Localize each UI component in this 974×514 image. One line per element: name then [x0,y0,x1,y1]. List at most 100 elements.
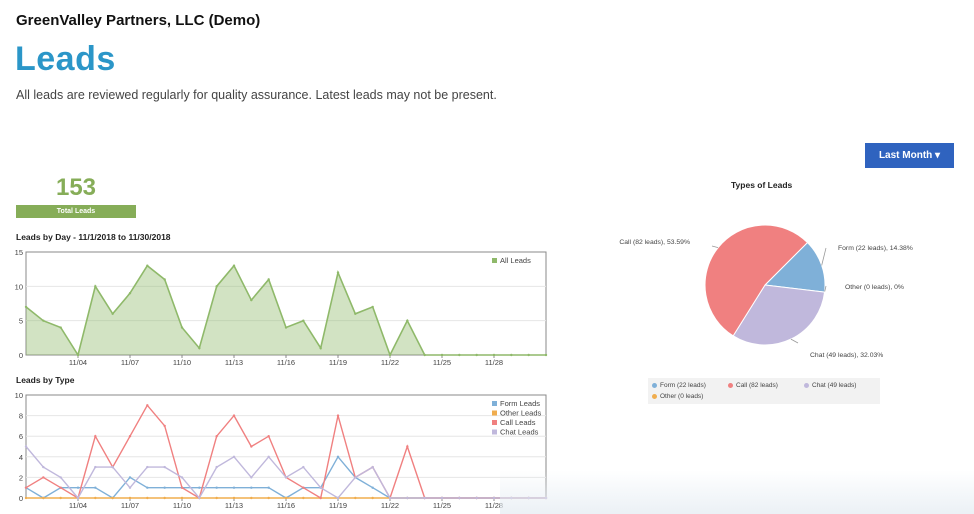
pie-legend-item-call[interactable]: Call (82 leads) [728,382,778,389]
chart1-point-form-leads [267,486,270,489]
chart1-point-call-leads [128,435,132,438]
chart0-point-all-leads [406,319,409,322]
chart1-point-call-leads [146,404,149,407]
chart1-point-chat-leads [336,496,340,500]
chart1-point-other-leads [163,496,166,500]
chart1-point-form-leads [215,486,218,489]
chart1-point-chat-leads [59,476,62,479]
chart1-point-chat-leads [163,465,166,469]
chart1-point-other-leads [59,496,62,500]
chart0-point-all-leads [302,319,305,322]
pie-label-form: Form (22 leads), 14.38% [838,245,913,252]
chart1-ytick-8: 8 [19,412,23,421]
chart1-point-other-leads [354,496,357,500]
chart1-point-call-leads [42,476,45,479]
chart1-point-other-leads [180,496,184,500]
chart1-xtick-11-22: 11/22 [381,501,399,510]
chart1-point-form-leads [232,486,236,489]
chart0-xtick-11-28: 11/28 [485,358,503,367]
chart0-ytick-15: 15 [15,248,23,257]
chart0-point-all-leads [59,326,62,329]
chart1-point-call-leads [180,486,184,489]
chart1-point-chat-leads [458,496,461,500]
chart0-point-all-leads [371,305,374,309]
chart0-xtick-11-07: 11/07 [121,358,139,367]
chart1-point-chat-leads [475,496,478,500]
chart1-point-form-leads [336,455,340,458]
chart0-point-all-leads [198,346,201,350]
chart1-ytick-10: 10 [15,391,23,400]
chart0-point-all-leads [423,353,426,357]
chart1-point-chat-leads [406,496,409,500]
chart1-point-call-leads [250,445,253,448]
chart0-point-all-leads [475,353,478,357]
chart1-point-other-leads [94,496,97,500]
chart1-legend-swatch-chat-leads [492,429,497,435]
chart1-point-other-leads [128,496,132,500]
chart0-point-all-leads [354,312,357,315]
chart0-point-all-leads [440,353,444,357]
chart0-xtick-11-16: 11/16 [277,358,295,367]
chart1-point-other-leads [24,496,28,500]
chart0-point-all-leads [146,264,149,267]
chart1-point-other-leads [146,496,149,500]
chart1-point-chat-leads [284,476,288,479]
pie-legend-item-form[interactable]: Form (22 leads) [652,382,706,389]
chart0-point-all-leads [336,271,340,274]
chart0-ytick-5: 5 [19,317,23,326]
chart0-xtick-11-22: 11/22 [381,358,399,367]
chart0-xtick-11-10: 11/10 [173,358,191,367]
chart1-legend-form-leads: Form Leads [500,399,540,408]
chart1-legend-other-leads: Other Leads [500,409,542,418]
pie-legend-item-other[interactable]: Other (0 leads) [652,393,703,400]
chart1-ytick-6: 6 [19,432,23,441]
chart0-xtick-11-25: 11/25 [433,358,451,367]
chart0-point-all-leads [544,353,548,357]
chart1-point-other-leads [284,496,288,500]
chart1-point-chat-leads [423,496,426,500]
chart0-ytick-10: 10 [15,282,23,291]
chart0-point-all-leads [388,353,392,357]
chart1-point-chat-leads [371,465,374,469]
pie-legend-item-chat[interactable]: Chat (49 leads) [804,382,856,389]
chart1-point-chat-leads [198,496,201,500]
chart1-xtick-11-13: 11/13 [225,501,243,510]
chart0-point-all-leads [284,326,288,329]
pie-label-other: Other (0 leads), 0% [845,284,904,291]
chart1-point-other-leads [232,496,236,500]
pie-label-chat: Chat (49 leads), 32.03% [810,352,883,359]
chart1-point-other-leads [302,496,305,500]
chart1-legend-swatch-call-leads [492,420,497,425]
chart0-point-all-leads [42,319,45,322]
chart1-point-call-leads [302,486,305,489]
chart0-ytick-0: 0 [19,351,23,360]
chart0-point-all-leads [76,353,80,357]
chart1-xtick-11-25: 11/25 [433,501,451,510]
chart0-point-all-leads [458,353,461,357]
call-dot-icon [728,382,733,388]
chart1-point-form-leads [76,486,80,489]
chart1-point-call-leads [24,486,28,489]
chart0-point-all-leads [128,292,132,295]
chart1-xtick-11-16: 11/16 [277,501,295,510]
chart1-point-call-leads [163,424,166,428]
chart1-point-chat-leads [388,496,392,500]
chart1-point-chat-leads [24,445,28,448]
chart0-point-all-leads [250,298,253,302]
chat-dot-icon [804,382,809,388]
chart1-point-chat-leads [544,496,548,500]
chart0-xtick-11-19: 11/19 [329,358,347,367]
chart0-point-all-leads [180,326,184,329]
pie-legend: Form (22 leads) Call (82 leads) Chat (49… [648,378,880,404]
chart1-point-chat-leads [232,455,236,458]
chart0-point-all-leads [319,346,322,350]
pie-leader-call [711,245,719,249]
chart1-point-call-leads [267,435,270,438]
chart1-ytick-2: 2 [19,473,23,482]
chart1-xtick-11-10: 11/10 [173,501,191,510]
chart0-legend-swatch-all-leads [492,258,497,263]
chart1-point-form-leads [371,486,374,489]
chart1-ytick-0: 0 [19,494,23,503]
chart1-point-chat-leads [492,496,496,500]
other-dot-icon [652,393,657,399]
